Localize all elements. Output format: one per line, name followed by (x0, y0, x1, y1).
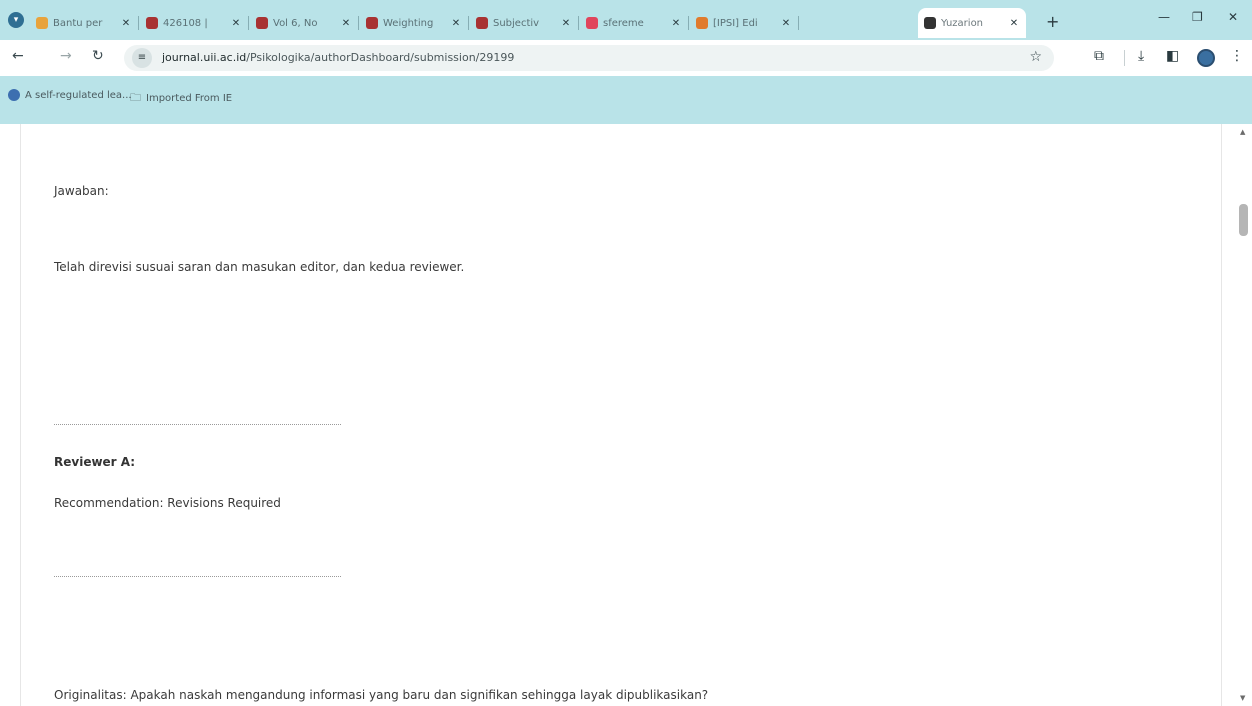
tab-active[interactable]: Yuzarion ✕ (918, 8, 1026, 38)
tab-search-button[interactable]: ▾ (8, 12, 24, 28)
jawaban-text: Telah direvisi susuai saran dan masukan … (54, 260, 465, 274)
reviewer-heading: Reviewer A: (54, 455, 136, 469)
reload-icon[interactable]: ↻ (92, 48, 104, 64)
tab-favicon (586, 17, 598, 29)
page-viewport: Jawaban: Telah direvisi susuai saran dan… (0, 124, 1252, 706)
profile-avatar[interactable] (1197, 49, 1215, 67)
bookmarks-bar: A self-regulated lea... 🗀 Imported From … (0, 76, 1252, 124)
url-host: journal.uii.ac.id (162, 51, 247, 64)
close-tab-icon[interactable]: ✕ (780, 18, 792, 29)
tab-favicon (256, 17, 268, 29)
close-tab-icon[interactable]: ✕ (340, 18, 352, 29)
tab-title: Vol 6, No (273, 17, 318, 29)
tab-title: [IPSI] Edi (713, 17, 758, 29)
tab-separator (138, 16, 139, 30)
bookmark-star-icon[interactable]: ☆ (1029, 49, 1042, 65)
restore-icon[interactable]: ❐ (1192, 10, 1203, 24)
close-tab-icon[interactable]: ✕ (450, 18, 462, 29)
tab-separator (688, 16, 689, 30)
tab[interactable]: Weighting ✕ (360, 8, 469, 38)
tab-title: Subjectiv (493, 17, 540, 29)
tab-separator (248, 16, 249, 30)
folder-icon: 🗀 (130, 91, 141, 104)
tab-favicon (36, 17, 48, 29)
tab-title: Weighting (383, 17, 434, 29)
new-tab-button[interactable]: + (1046, 12, 1059, 31)
tab-favicon (924, 17, 936, 29)
bookmark-label: A self-regulated lea... (25, 89, 132, 101)
tab[interactable]: Subjectiv ✕ (470, 8, 579, 38)
scroll-down-arrow-icon[interactable]: ▼ (1240, 694, 1245, 702)
page-scrollbar[interactable]: ▲ ▼ (1236, 124, 1252, 706)
bookmark-item[interactable]: A self-regulated lea... (8, 89, 132, 101)
tab[interactable]: [IPSI] Edi ✕ (690, 8, 799, 38)
tab[interactable]: Vol 6, No ✕ (250, 8, 359, 38)
close-tab-icon[interactable]: ✕ (670, 18, 682, 29)
tab-strip: ▾ Bantu per ✕ 426108 | ✕ Vol 6, No ✕ Wei… (0, 0, 1252, 40)
back-icon[interactable]: ← (12, 48, 24, 64)
forward-icon[interactable]: → (60, 48, 72, 64)
tab-title: sfereme (603, 17, 644, 29)
tab-favicon (366, 17, 378, 29)
tab-title: Yuzarion (941, 17, 984, 29)
jawaban-label: Jawaban: (54, 184, 109, 198)
recommendation-text: Recommendation: Revisions Required (54, 496, 281, 510)
close-tab-icon[interactable]: ✕ (120, 18, 132, 29)
tab-favicon (696, 17, 708, 29)
close-window-icon[interactable]: ✕ (1228, 10, 1238, 24)
url-text[interactable]: journal.uii.ac.id/Psikologika/authorDash… (162, 51, 514, 64)
close-tab-icon[interactable]: ✕ (230, 18, 242, 29)
downloads-icon[interactable]: ⤓ (1138, 48, 1144, 64)
tab[interactable]: Bantu per ✕ (30, 8, 139, 38)
dotted-divider (54, 424, 341, 425)
bookmark-folder[interactable]: 🗀 Imported From IE (130, 89, 232, 108)
extensions-icon[interactable]: ⧉ (1094, 48, 1104, 64)
tab-separator (578, 16, 579, 30)
tab[interactable]: 426108 | ✕ (140, 8, 249, 38)
originalitas-question: Originalitas: Apakah naskah mengandung i… (54, 688, 709, 702)
tab-title: Bantu per (53, 17, 103, 29)
close-tab-icon[interactable]: ✕ (560, 18, 572, 29)
scroll-up-arrow-icon[interactable]: ▲ (1240, 128, 1245, 136)
tab-separator (798, 16, 799, 30)
globe-icon (8, 89, 20, 101)
dotted-divider (54, 576, 341, 577)
address-bar[interactable]: ≡ journal.uii.ac.id/Psikologika/authorDa… (124, 45, 1054, 71)
content-panel (20, 124, 1222, 706)
url-path: /Psikologika/authorDashboard/submission/… (246, 51, 515, 64)
menu-icon[interactable]: ⋮ (1230, 48, 1244, 64)
site-info-icon[interactable]: ≡ (132, 48, 152, 68)
side-panel-icon[interactable]: ◧ (1166, 48, 1179, 64)
toolbar-divider (1124, 50, 1125, 66)
bookmark-label: Imported From IE (146, 93, 233, 104)
close-tab-icon[interactable]: ✕ (1008, 18, 1020, 29)
tab[interactable]: sfereme ✕ (580, 8, 689, 38)
tab-favicon (146, 17, 158, 29)
tab-separator (358, 16, 359, 30)
tab-separator (468, 16, 469, 30)
tab-title: 426108 | (163, 17, 208, 29)
browser-toolbar: ← → ↻ ≡ journal.uii.ac.id/Psikologika/au… (0, 40, 1252, 76)
tab-favicon (476, 17, 488, 29)
minimize-icon[interactable]: — (1158, 10, 1170, 24)
scrollbar-thumb[interactable] (1239, 204, 1248, 236)
